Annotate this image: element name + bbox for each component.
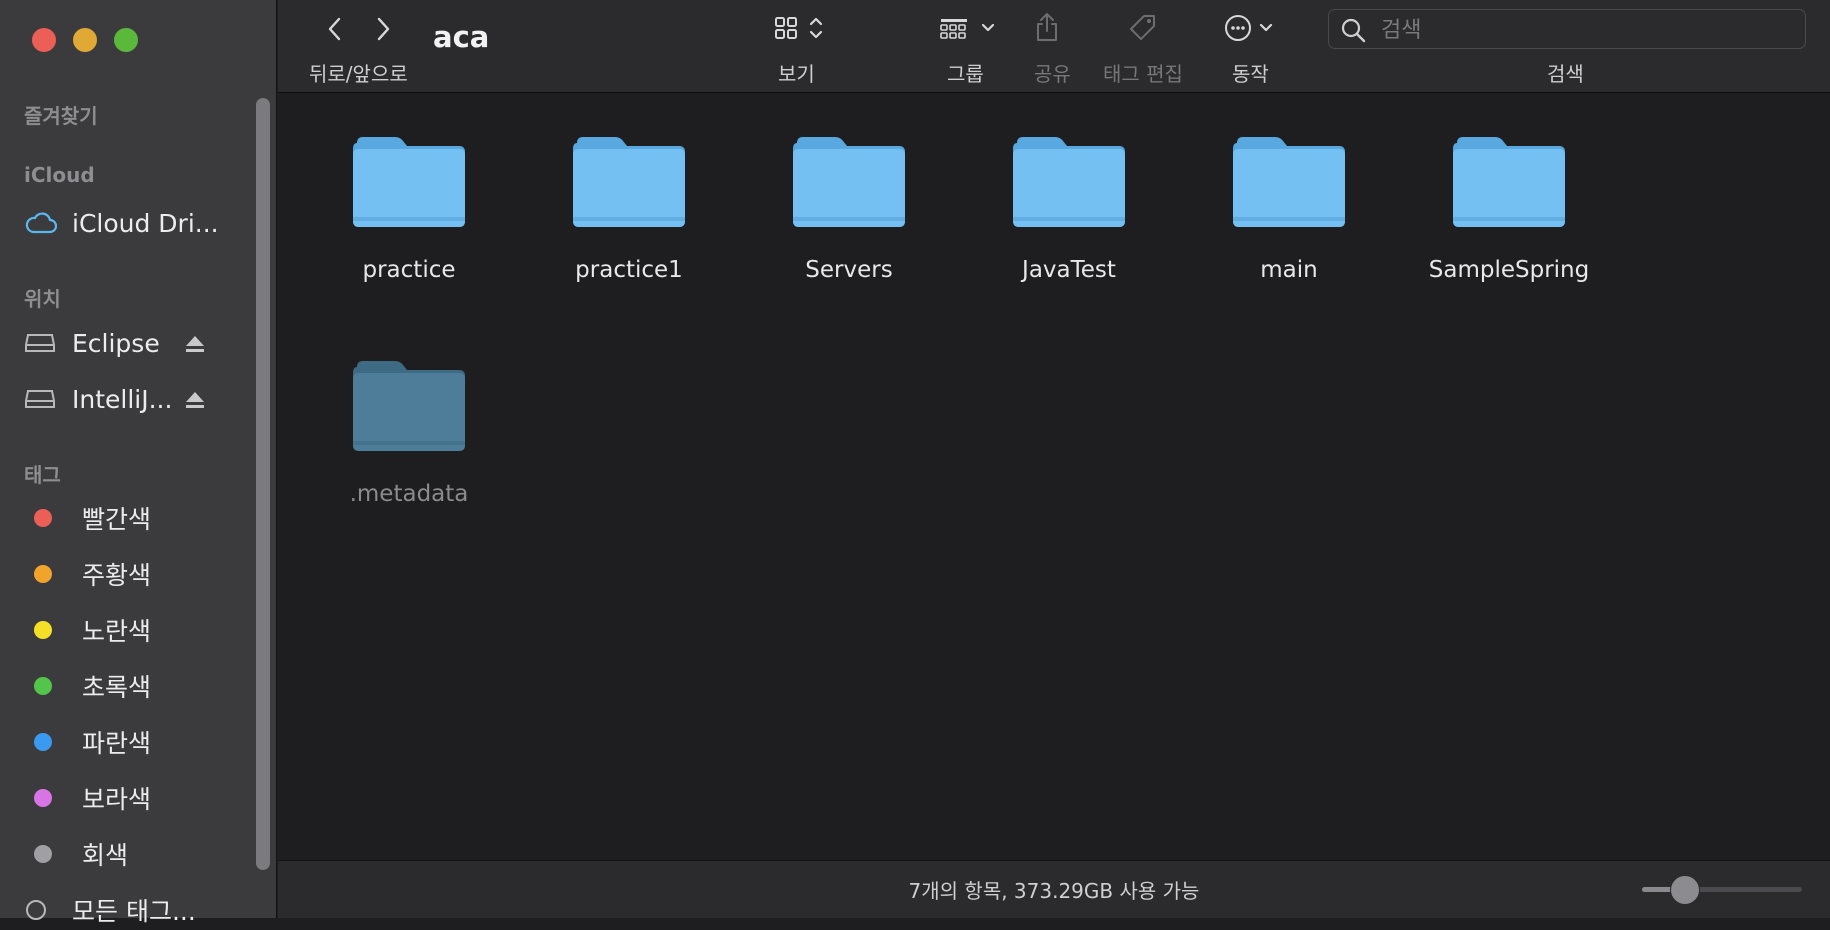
sidebar-section-locations: 위치 (24, 287, 61, 311)
sidebar: 즐겨찾기 iCloud iCloud Dri... 위치 Eclipse Int… (0, 0, 277, 926)
file-grid: practice practice1 Servers JavaTest main… (278, 93, 1830, 860)
status-bar: 7개의 항목, 373.29GB 사용 가능 (278, 860, 1830, 918)
sidebar-item-label: 보라색 (82, 785, 152, 814)
search-label: 검색 (1547, 62, 1584, 86)
back-forward-label: 뒤로/앞으로 (309, 62, 408, 86)
sidebar-item-label: 파란색 (82, 729, 152, 758)
tag-dot-icon (34, 733, 52, 751)
back-chevron-icon[interactable] (322, 14, 346, 44)
file-name: main (1260, 257, 1318, 283)
sidebar-item-label: 빨간색 (82, 505, 152, 534)
forward-chevron-icon[interactable] (372, 14, 396, 44)
view-label: 보기 (778, 62, 815, 86)
folder-item[interactable]: Servers (749, 133, 949, 283)
sidebar-section-icloud: iCloud (24, 163, 95, 187)
sidebar-item-eclipse[interactable]: Eclipse (24, 323, 224, 363)
search-icon (1341, 18, 1367, 48)
sidebar-tag-green[interactable]: 초록색 (24, 666, 224, 706)
sidebar-item-intellij[interactable]: IntelliJ... (24, 379, 224, 419)
folder-item[interactable]: main (1189, 133, 1389, 283)
folder-item-hidden[interactable]: .metadata (309, 357, 509, 507)
tag-dot-icon (34, 845, 52, 863)
cloud-icon (24, 211, 60, 235)
folder-item[interactable]: JavaTest (969, 133, 1169, 283)
eject-icon[interactable] (184, 387, 206, 416)
tag-dot-icon (34, 509, 52, 527)
file-name: JavaTest (1022, 257, 1116, 283)
sidebar-item-label: IntelliJ... (72, 384, 173, 414)
folder-icon (529, 133, 729, 233)
sidebar-tag-red[interactable]: 빨간색 (24, 498, 224, 538)
folder-item[interactable]: practice1 (529, 133, 729, 283)
file-name: .metadata (349, 481, 469, 507)
sidebar-item-label: 초록색 (82, 673, 152, 702)
action-label: 동작 (1232, 62, 1269, 86)
folder-icon (969, 133, 1169, 233)
folder-icon (749, 133, 949, 233)
folder-icon (309, 133, 509, 233)
close-button[interactable] (32, 28, 56, 52)
sidebar-tag-purple[interactable]: 보라색 (24, 778, 224, 818)
search-input[interactable] (1379, 14, 1783, 46)
eject-icon[interactable] (184, 331, 206, 360)
sidebar-tag-blue[interactable]: 파란색 (24, 722, 224, 762)
sidebar-item-label: 주황색 (82, 561, 152, 590)
sidebar-item-label: 노란색 (82, 617, 152, 646)
tag-dot-icon (34, 789, 52, 807)
folder-icon (309, 357, 509, 457)
window-title: aca (433, 20, 490, 54)
main-area: 뒤로/앞으로 aca 보기 그룹 공유 태그 편집 동작 검색 검색 pract… (278, 0, 1830, 918)
folder-icon (1189, 133, 1389, 233)
tag-dot-icon (34, 565, 52, 583)
tag-icon[interactable] (1126, 10, 1160, 44)
folder-item[interactable]: SampleSpring (1409, 133, 1609, 283)
status-text: 7개의 항목, 373.29GB 사용 가능 (908, 879, 1200, 903)
icon-size-slider[interactable] (1642, 875, 1802, 905)
tag-dot-icon (34, 621, 52, 639)
zoom-button[interactable] (114, 28, 138, 52)
sidebar-item-label: 회색 (82, 841, 129, 870)
window-controls (32, 28, 138, 52)
sidebar-item-label: iCloud Dri... (72, 208, 219, 238)
minimize-button[interactable] (73, 28, 97, 52)
toolbar: 뒤로/앞으로 aca 보기 그룹 공유 태그 편집 동작 검색 검색 (278, 0, 1830, 93)
sidebar-tag-yellow[interactable]: 노란색 (24, 610, 224, 650)
sidebar-item-icloud-drive[interactable]: iCloud Dri... (24, 203, 224, 243)
edit-tags-label: 태그 편집 (1103, 62, 1183, 86)
sidebar-scrollbar[interactable] (256, 98, 270, 870)
search-field[interactable] (1328, 9, 1806, 49)
sidebar-item-label: Eclipse (72, 328, 160, 358)
drive-icon (24, 332, 60, 354)
sidebar-section-tags: 태그 (24, 463, 61, 487)
tag-dot-icon (34, 677, 52, 695)
file-name: Servers (805, 257, 893, 283)
action-ellipsis-icon[interactable] (1222, 12, 1284, 44)
sidebar-all-tags[interactable]: 모든 태그... (24, 890, 224, 930)
sidebar-tag-orange[interactable]: 주황색 (24, 554, 224, 594)
file-name: SampleSpring (1428, 257, 1590, 283)
file-name: practice1 (575, 257, 683, 283)
drive-icon (24, 388, 60, 410)
share-icon[interactable] (1032, 10, 1062, 44)
sidebar-tag-gray[interactable]: 회색 (24, 834, 224, 874)
group-label: 그룹 (947, 62, 984, 86)
sidebar-item-label: 모든 태그... (72, 897, 196, 926)
file-name: practice (362, 257, 456, 283)
group-icon[interactable] (938, 12, 1002, 44)
view-grid-icon[interactable] (772, 12, 832, 44)
folder-icon (1409, 133, 1609, 233)
sidebar-section-favorites: 즐겨찾기 (24, 104, 98, 128)
slider-knob[interactable] (1669, 875, 1700, 905)
folder-item[interactable]: practice (309, 133, 509, 283)
share-label: 공유 (1034, 62, 1071, 86)
